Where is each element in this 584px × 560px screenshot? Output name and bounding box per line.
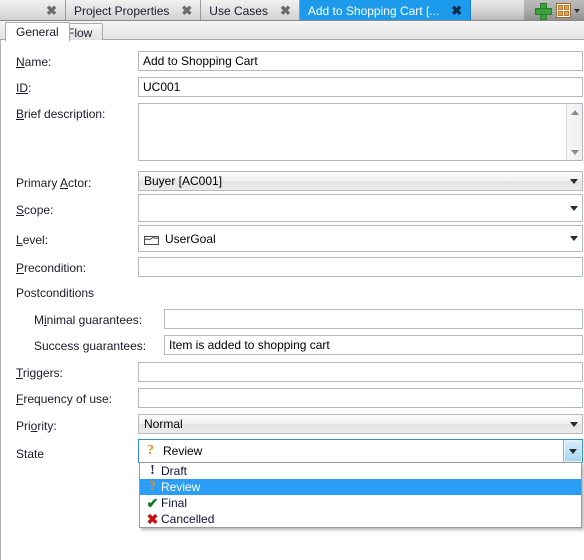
- id-input[interactable]: [138, 77, 583, 97]
- chevron-down-icon[interactable]: [565, 226, 582, 251]
- state-combo[interactable]: ? Review: [138, 439, 583, 463]
- primary-actor-combo[interactable]: Buyer [AC001]: [138, 171, 583, 191]
- state-dropdown-list[interactable]: ! Draft ? Review ✔ Final ✖ Cancelled: [139, 462, 582, 528]
- state-option-label: Cancelled: [161, 512, 215, 526]
- chevron-down-icon[interactable]: [565, 195, 582, 221]
- scope-combo[interactable]: [138, 194, 583, 222]
- priority-label: Priority:: [16, 419, 57, 433]
- state-label: State: [16, 447, 45, 461]
- priority-value: Normal: [144, 417, 183, 431]
- level-value-wrap: UserGoal: [139, 232, 565, 246]
- tab-flow-label: Flow: [67, 26, 93, 40]
- close-icon[interactable]: ✖: [179, 4, 194, 17]
- precondition-label: Precondition:: [16, 261, 87, 275]
- page-tab-bar: General Flow: [0, 21, 584, 41]
- brief-description-scrollbar[interactable]: [566, 104, 582, 160]
- tab-label: Use Cases: [209, 3, 268, 18]
- precondition-input[interactable]: [138, 257, 583, 277]
- close-icon[interactable]: ✖: [449, 4, 464, 17]
- cross-icon: ✖: [146, 511, 159, 527]
- tab-strip-controls: [524, 0, 584, 20]
- question-mark-icon: ?: [149, 479, 156, 494]
- state-option-final[interactable]: ✔ Final: [140, 495, 581, 511]
- postconditions-group-label: Postconditions: [16, 286, 95, 300]
- chevron-down-icon[interactable]: [563, 440, 582, 462]
- level-value: UserGoal: [165, 231, 216, 246]
- id-label: ID:: [16, 81, 32, 95]
- chevron-down-icon[interactable]: [565, 415, 582, 433]
- state-option-label: Final: [161, 496, 188, 510]
- question-mark-icon: ?: [147, 443, 154, 458]
- state-value: Review: [163, 444, 203, 458]
- name-input[interactable]: [138, 51, 583, 71]
- primary-actor-label: Primary Actor:: [16, 176, 92, 190]
- frequency-of-use-input[interactable]: [138, 388, 583, 408]
- level-label: Level:: [16, 233, 49, 247]
- priority-combo[interactable]: Normal: [138, 414, 583, 434]
- minimal-guarantees-label: Minimal guarantees:: [34, 313, 143, 327]
- state-option-cancelled[interactable]: ✖ Cancelled: [140, 511, 581, 527]
- exclamation-icon: !: [150, 463, 155, 478]
- brief-description-label: Brief description:: [16, 107, 106, 121]
- chevron-down-icon[interactable]: [565, 172, 582, 190]
- primary-actor-value: Buyer [AC001]: [144, 174, 223, 188]
- name-label: Name:: [16, 55, 52, 69]
- add-tab-icon[interactable]: [535, 3, 552, 20]
- tab-general[interactable]: General: [5, 22, 70, 41]
- state-option-label: Review: [161, 480, 201, 494]
- state-option-review[interactable]: ? Review: [140, 479, 581, 495]
- sea-level-icon: [144, 233, 159, 245]
- tab-use-cases[interactable]: Use Cases ✖: [201, 0, 300, 20]
- chevron-down-icon[interactable]: [574, 8, 580, 13]
- state-value-wrap: ? Review: [139, 443, 563, 459]
- use-case-general-panel: Name: ID: Brief description: Primary Act…: [0, 40, 584, 560]
- scope-label: Scope:: [16, 203, 54, 217]
- frequency-of-use-label: Frequency of use:: [16, 392, 113, 406]
- state-option-label: Draft: [161, 464, 188, 478]
- tab-partial-left[interactable]: ✖: [0, 0, 66, 20]
- tab-list-icon[interactable]: [556, 3, 571, 18]
- tab-add-to-shopping-cart[interactable]: Add to Shopping Cart [... ✖: [299, 0, 472, 20]
- editor-tab-strip: ✖ Project Properties ✖ Use Cases ✖ Add t…: [0, 0, 584, 21]
- tab-general-label: General: [16, 25, 59, 39]
- state-option-draft[interactable]: ! Draft: [140, 463, 581, 479]
- success-guarantees-label: Success guarantees:: [34, 339, 147, 353]
- tab-project-properties[interactable]: Project Properties ✖: [66, 0, 202, 20]
- brief-description-textarea[interactable]: [138, 103, 583, 161]
- minimal-guarantees-input[interactable]: [164, 309, 583, 329]
- level-combo[interactable]: UserGoal: [138, 225, 583, 252]
- tab-label: Add to Shopping Cart [...: [307, 3, 440, 18]
- triggers-input[interactable]: [138, 362, 583, 382]
- success-guarantees-input[interactable]: [164, 335, 583, 355]
- close-icon[interactable]: ✖: [44, 4, 59, 17]
- scroll-down-icon[interactable]: [567, 144, 582, 160]
- triggers-label: Triggers:: [16, 366, 63, 380]
- tab-label: Project Properties: [74, 3, 170, 18]
- scroll-up-icon[interactable]: [567, 104, 582, 120]
- check-icon: ✔: [146, 495, 159, 511]
- close-icon[interactable]: ✖: [278, 4, 293, 17]
